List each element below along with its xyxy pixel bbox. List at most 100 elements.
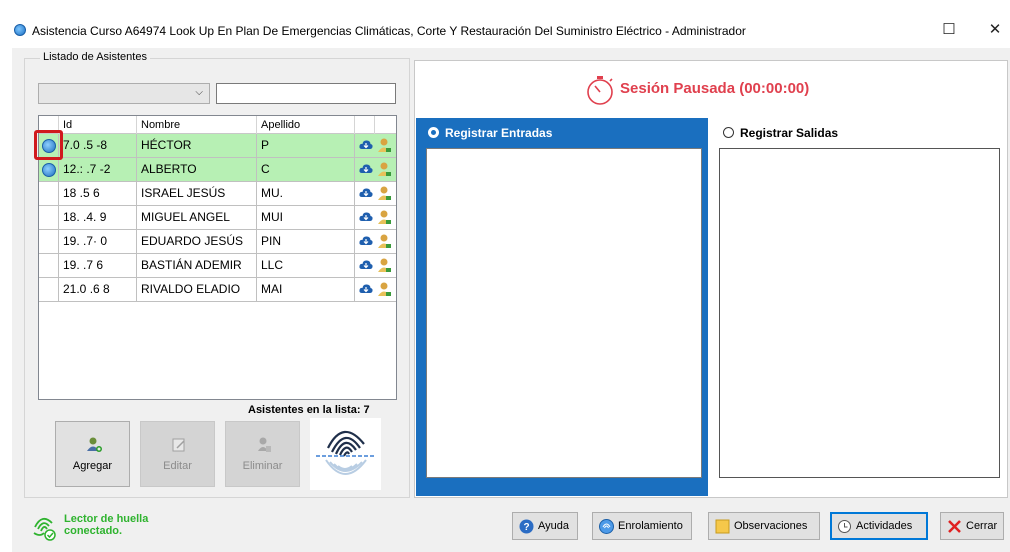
add-attendee-label: Agregar [72, 460, 113, 472]
radio-checked-icon [428, 127, 439, 138]
reader-status-text: Lector de huella conectado. [64, 513, 204, 537]
fingerprint-reader-image [310, 418, 381, 490]
salidas-list[interactable] [719, 148, 1000, 478]
cell-id: 18. .4. 9 [59, 206, 137, 230]
row-actions [355, 278, 396, 302]
attendee-filter-combo[interactable]: ⌵ [38, 83, 210, 104]
enroll-button[interactable]: Enrolamiento [592, 512, 692, 540]
user-key-icon[interactable] [376, 281, 392, 298]
cell-apellido: MU. [257, 182, 355, 206]
help-label: Ayuda [538, 520, 569, 532]
cloud-download-icon[interactable] [359, 211, 373, 223]
salidas-panel: Registrar Salidas [711, 118, 1006, 496]
row-selector[interactable] [39, 254, 59, 278]
row-actions [355, 182, 396, 206]
entradas-panel: Registrar Entradas [416, 118, 708, 496]
user-key-icon[interactable] [376, 137, 392, 154]
cell-apellido: P [257, 134, 355, 158]
help-button[interactable]: ? Ayuda [512, 512, 578, 540]
help-icon: ? [519, 519, 534, 534]
cloud-download-icon[interactable] [359, 139, 373, 151]
row-selector[interactable] [39, 206, 59, 230]
column-header-nombre[interactable]: Nombre [137, 116, 257, 134]
user-key-icon[interactable] [376, 233, 392, 250]
maximize-button[interactable]: ☐ [934, 18, 964, 42]
attendee-search-input[interactable] [216, 83, 396, 104]
stopwatch-icon [587, 76, 613, 105]
attendee-count-label: Asistentes en la lista: 7 [248, 404, 370, 416]
radio-registrar-salidas[interactable]: Registrar Salidas [723, 126, 838, 140]
fingerprint-registered-icon [42, 163, 56, 177]
cell-nombre: RIVALDO ELADIO [137, 278, 257, 302]
fingerprint-enroll-icon [599, 519, 614, 534]
observations-button[interactable]: Observaciones [708, 512, 820, 540]
add-attendee-button[interactable]: Agregar [55, 421, 130, 487]
row-actions [355, 134, 396, 158]
column-header-apellido[interactable]: Apellido [257, 116, 355, 134]
row-selector[interactable] [39, 182, 59, 206]
cloud-download-icon[interactable] [359, 187, 373, 199]
table-row[interactable]: 12.: .7 -2 ALBERTO C [39, 158, 396, 182]
row-selector[interactable] [39, 278, 59, 302]
row-selector[interactable] [39, 230, 59, 254]
registrar-salidas-label: Registrar Salidas [740, 126, 839, 140]
session-status-text: Sesión Pausada (00:00:00) [620, 80, 810, 97]
row-actions [355, 206, 396, 230]
cell-nombre: ALBERTO [137, 158, 257, 182]
cell-id: 12.: .7 -2 [59, 158, 137, 182]
user-key-icon[interactable] [376, 161, 392, 178]
table-header: Id Nombre Apellido [39, 116, 396, 134]
delete-user-icon [258, 437, 271, 452]
activities-label: Actividades [856, 520, 913, 532]
table-row[interactable]: 21.0 .6 8 RIVALDO ELADIO MAI [39, 278, 396, 302]
table-row[interactable]: 18. .4. 9 MIGUEL ANGEL MUI [39, 206, 396, 230]
cell-id: 19. .7 6 [59, 254, 137, 278]
cloud-download-icon[interactable] [359, 235, 373, 247]
row-actions [355, 254, 396, 278]
table-row[interactable]: 7.0 .5 -8 HÉCTOR P [39, 134, 396, 158]
row-actions [355, 158, 396, 182]
radio-registrar-entradas[interactable]: Registrar Entradas [428, 126, 552, 140]
user-key-icon[interactable] [376, 185, 392, 202]
column-header-id[interactable]: Id [59, 116, 137, 134]
window-title: Asistencia Curso A64974 Look Up En Plan … [32, 24, 746, 38]
chevron-down-icon: ⌵ [195, 87, 203, 98]
delete-attendee-button[interactable]: Eliminar [225, 421, 300, 487]
clock-icon [838, 520, 851, 533]
cell-id: 7.0 .5 -8 [59, 134, 137, 158]
observations-label: Observaciones [734, 520, 808, 532]
cell-id: 21.0 .6 8 [59, 278, 137, 302]
reader-status-line2: conectado. [64, 525, 123, 537]
fingerprint-icon [316, 430, 376, 475]
cloud-download-icon[interactable] [359, 283, 373, 295]
cell-id: 18 .5 6 [59, 182, 137, 206]
cloud-download-icon[interactable] [359, 259, 373, 271]
attendees-group-title: Listado de Asistentes [40, 51, 150, 63]
row-selector[interactable] [39, 158, 59, 182]
registrar-entradas-label: Registrar Entradas [445, 126, 553, 140]
table-row[interactable]: 18 .5 6 ISRAEL JESÚS MU. [39, 182, 396, 206]
cloud-download-icon[interactable] [359, 163, 373, 175]
activities-button[interactable]: Actividades [830, 512, 928, 540]
attendees-table: Id Nombre Apellido 7.0 .5 -8 HÉCTOR P 12.: … [38, 115, 397, 400]
svg-text:?: ? [523, 522, 529, 533]
highlight-marker [34, 130, 63, 160]
edit-attendee-button[interactable]: Editar [140, 421, 215, 487]
session-status: Sesión Pausada (00:00:00) [584, 72, 854, 108]
cell-nombre: BASTIÁN ADEMIR [137, 254, 257, 278]
cell-apellido: PIN [257, 230, 355, 254]
cell-apellido: MUI [257, 206, 355, 230]
cell-nombre: ISRAEL JESÚS [137, 182, 257, 206]
user-key-icon[interactable] [376, 209, 392, 226]
edit-attendee-label: Editar [163, 460, 192, 472]
table-row[interactable]: 19. .7 6 BASTIÁN ADEMIR LLC [39, 254, 396, 278]
fingerprint-connected-icon [33, 517, 56, 541]
cell-apellido: MAI [257, 278, 355, 302]
row-actions [355, 230, 396, 254]
user-key-icon[interactable] [376, 257, 392, 274]
table-row[interactable]: 19. .7· 0 EDUARDO JESÚS PIN [39, 230, 396, 254]
close-window-button[interactable]: ✕ [980, 18, 1010, 42]
entradas-list[interactable] [426, 148, 702, 478]
cell-nombre: EDUARDO JESÚS [137, 230, 257, 254]
close-button[interactable]: Cerrar [940, 512, 1004, 540]
